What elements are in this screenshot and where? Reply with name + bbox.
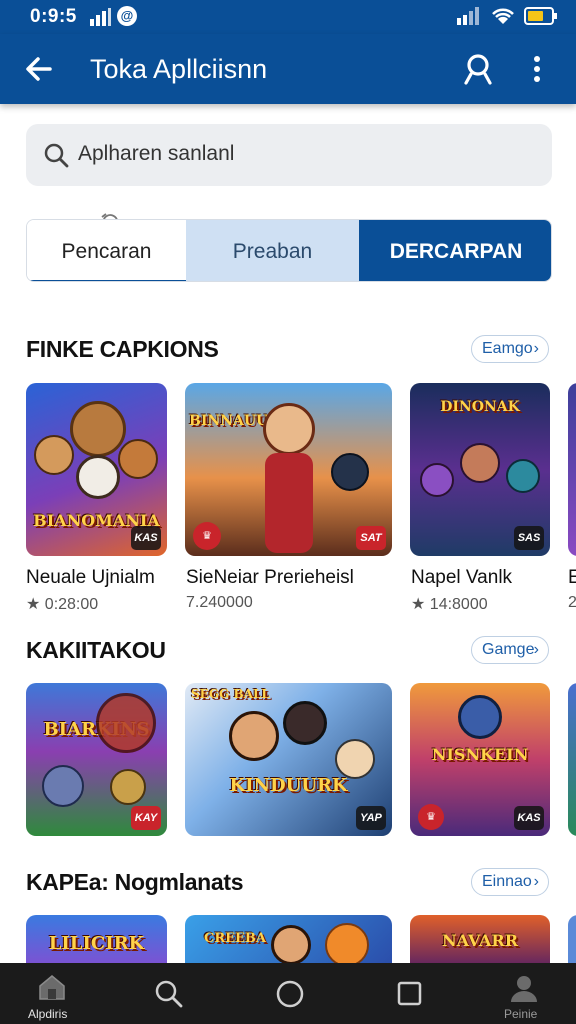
character-art xyxy=(335,739,375,779)
game-corner-text: SEGG BALL xyxy=(191,687,270,701)
home-icon xyxy=(39,975,65,1000)
notification-icon: @ xyxy=(117,6,137,26)
game-card[interactable] xyxy=(568,383,576,556)
see-more-label: Gamge xyxy=(482,641,535,658)
nav-recents[interactable] xyxy=(388,963,432,1024)
cellular-icon xyxy=(457,7,479,25)
character-art xyxy=(42,765,84,807)
chevron-right-icon: › xyxy=(533,340,539,357)
rating-badge: KAS xyxy=(514,806,544,830)
game-card[interactable]: SEGG BALL KINDUURK YAP xyxy=(185,683,392,836)
game-logo: NAVARR xyxy=(441,931,519,950)
see-more-label: Eamgo xyxy=(482,340,533,357)
nav-home-circle[interactable] xyxy=(268,963,312,1024)
see-more-button[interactable]: Gamge › xyxy=(471,636,549,664)
character-art xyxy=(271,925,311,965)
game-card[interactable]: BIANOMANIA KAS xyxy=(26,383,167,556)
character-art xyxy=(110,769,146,805)
chevron-right-icon: › xyxy=(533,873,539,890)
section-title: KAKIITAKOU xyxy=(26,637,166,663)
character-art xyxy=(70,401,126,457)
bottom-navigation: Alpdiris Peinie xyxy=(0,963,576,1024)
rating-badge: YAP xyxy=(356,806,386,830)
status-bar: 0:9:5 @ xyxy=(0,0,576,34)
nav-profile-label: Peinie xyxy=(504,1007,538,1021)
nav-home-label: Alpdiris xyxy=(28,1007,68,1021)
character-art xyxy=(34,435,74,475)
game-logo: LILICIRK xyxy=(48,933,145,954)
segmented-tabs: Pencaran Preaban DERCARPAN xyxy=(26,219,552,282)
signal-icon xyxy=(90,8,111,26)
nav-profile[interactable]: Peinie xyxy=(494,963,554,1024)
section-title: FINKE CAPKIONS xyxy=(26,336,219,362)
game-card[interactable] xyxy=(568,683,576,836)
see-more-button[interactable]: Einnao › xyxy=(471,868,549,896)
rating-badge: KAY xyxy=(131,806,161,830)
search-icon xyxy=(155,980,183,1008)
game-card[interactable]: DINONAK SAS xyxy=(410,383,550,556)
character-art xyxy=(283,701,327,745)
character-art xyxy=(76,455,120,499)
rating-badge: KAS xyxy=(131,526,161,550)
more-vert-icon[interactable] xyxy=(522,50,552,88)
game-emblem: ♛ xyxy=(193,522,221,550)
game-title: E xyxy=(568,567,576,588)
app-bar: Toka Apllciisnn xyxy=(0,34,576,104)
wifi-icon xyxy=(492,8,514,24)
game-title: Neuale Ujnialm xyxy=(26,567,155,588)
character-armor xyxy=(265,453,313,553)
character-art xyxy=(263,403,315,455)
battery-icon xyxy=(524,7,557,25)
profile-icon xyxy=(511,976,537,1002)
see-more-button[interactable]: Eamgo › xyxy=(471,335,549,363)
search-input[interactable]: Aplharen sanlanl xyxy=(26,124,552,186)
nav-home[interactable]: Alpdiris xyxy=(22,963,82,1024)
game-logo: DINONAK xyxy=(440,399,520,415)
tab-preaban[interactable]: Preaban xyxy=(186,220,359,281)
character-art xyxy=(420,463,454,497)
character-art xyxy=(96,693,156,753)
rating-badge: SAS xyxy=(514,526,544,550)
character-art xyxy=(331,453,369,491)
game-title: SieNeiar Prerieheisl xyxy=(186,567,354,588)
nav-search[interactable] xyxy=(148,963,192,1024)
circle-icon xyxy=(276,980,304,1008)
game-card[interactable]: NISNKEIN ♛ KAS xyxy=(410,683,550,836)
section-title: KAPEa: Nogmlanats xyxy=(26,869,244,895)
profile-search-icon[interactable] xyxy=(459,50,497,88)
search-icon xyxy=(44,143,69,168)
game-meta: ★ 14:8000 xyxy=(411,596,488,613)
game-meta: ★ 0:28:00 xyxy=(26,596,99,613)
character-art xyxy=(506,459,540,493)
back-arrow-icon[interactable] xyxy=(20,50,58,88)
game-title: Napel Vanlk xyxy=(411,567,513,588)
status-time: 0:9:5 xyxy=(30,6,77,27)
game-card[interactable]: BIARKINS KAY xyxy=(26,683,167,836)
game-meta: 2 xyxy=(568,594,576,611)
character-art xyxy=(460,443,500,483)
game-logo: KINDUURK xyxy=(229,775,348,796)
game-logo: CREEBA xyxy=(203,931,267,946)
square-icon xyxy=(397,981,422,1006)
chevron-right-icon: › xyxy=(533,641,539,658)
character-art xyxy=(118,439,158,479)
tab-pencaran[interactable]: Pencaran xyxy=(27,220,186,281)
character-art xyxy=(325,923,369,967)
game-logo: NISNKEIN xyxy=(431,745,529,764)
app-title: Toka Apllciisnn xyxy=(90,54,268,84)
game-card[interactable]: BINNAUUK ♛ SAT xyxy=(185,383,392,556)
see-more-label: Einnao xyxy=(482,873,532,890)
character-art xyxy=(229,711,279,761)
game-logo: BINNAUUK xyxy=(189,413,281,429)
tab-dercarpan[interactable]: DERCARPAN xyxy=(359,220,551,281)
search-placeholder: Aplharen sanlanl xyxy=(78,142,235,165)
game-emblem: ♛ xyxy=(418,804,444,830)
rating-badge: SAT xyxy=(356,526,386,550)
game-meta: 7.240000 xyxy=(186,594,253,611)
character-art xyxy=(458,695,502,739)
